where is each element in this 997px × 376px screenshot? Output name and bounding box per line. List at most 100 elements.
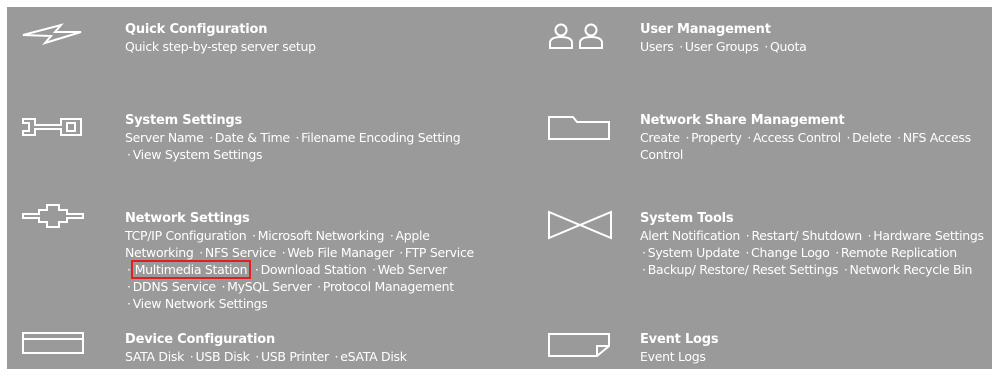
- link-separator: ·: [317, 279, 321, 294]
- quick-configuration-title[interactable]: Quick Configuration: [125, 22, 267, 38]
- bowtie-icon[interactable]: [547, 210, 613, 240]
- menu-link-usb-printer[interactable]: USB Printer: [261, 349, 329, 364]
- link-separator: ·: [209, 130, 213, 145]
- network-settings-links: TCP/IP Configuration · Microsoft Networki…: [125, 227, 475, 312]
- link-separator: ·: [372, 262, 376, 277]
- event-logs-links: Event Logs: [640, 348, 985, 365]
- user-management-links: Users · User Groups · Quota: [640, 38, 985, 55]
- menu-link-backup-restore-reset-settings[interactable]: Backup/ Restore/ Reset Settings: [648, 262, 839, 277]
- quick-configuration-links: Quick step-by-step server setup: [125, 38, 485, 55]
- link-separator: ·: [642, 262, 646, 277]
- menu-link-alert-notification[interactable]: Alert Notification: [640, 228, 740, 243]
- link-separator: ·: [642, 245, 646, 260]
- menu-link-hardware-settings[interactable]: Hardware Settings: [873, 228, 984, 243]
- menu-system-tools: System Tools Alert Notification · Restart…: [507, 200, 992, 310]
- menu-link-delete[interactable]: Delete: [852, 130, 892, 145]
- menu-link-download-station[interactable]: Download Station: [261, 262, 367, 277]
- menu-event-logs: Event Logs Event Logs: [507, 323, 992, 369]
- link-separator: ·: [745, 245, 750, 260]
- menu-link-create[interactable]: Create: [640, 130, 680, 145]
- menu-link-quick-step-by-step-server-setup[interactable]: Quick step-by-step server setup: [125, 39, 316, 54]
- menu-link-multimedia-station[interactable]: Multimedia Station: [130, 260, 252, 279]
- menu-link-view-system-settings[interactable]: View System Settings: [133, 147, 263, 162]
- link-separator: ·: [254, 262, 259, 277]
- menu-link-microsoft-networking[interactable]: Microsoft Networking: [258, 228, 385, 243]
- disk-icon[interactable]: [21, 331, 85, 355]
- link-separator: ·: [127, 279, 131, 294]
- link-separator: ·: [685, 130, 690, 145]
- folder-icon[interactable]: [547, 115, 611, 141]
- log-icon[interactable]: [547, 332, 613, 358]
- menu-link-esata-disk[interactable]: eSATA Disk: [340, 349, 407, 364]
- lightning-icon[interactable]: [21, 23, 83, 45]
- event-logs-title[interactable]: Event Logs: [640, 332, 719, 348]
- user-management-title[interactable]: User Management: [640, 22, 771, 38]
- menu-link-network-recycle-bin[interactable]: Network Recycle Bin: [850, 262, 973, 277]
- admin-menu-panel: Quick Configuration Quick step-by-step s…: [7, 7, 992, 369]
- menu-link-restart-shutdown[interactable]: Restart/ Shutdown: [751, 228, 862, 243]
- link-separator: ·: [835, 245, 839, 260]
- menu-link-system-update[interactable]: System Update: [648, 245, 740, 260]
- link-separator: ·: [334, 349, 339, 364]
- menu-link-quota[interactable]: Quota: [770, 39, 807, 54]
- menu-link-remote-replication[interactable]: Remote Replication: [841, 245, 957, 260]
- link-separator: ·: [127, 296, 131, 311]
- network-share-links: Create · Property · Access Control · Delete…: [640, 129, 985, 163]
- link-separator: ·: [389, 228, 394, 243]
- menu-link-usb-disk[interactable]: USB Disk: [195, 349, 249, 364]
- menu-link-user-groups[interactable]: User Groups: [685, 39, 759, 54]
- link-separator: ·: [295, 130, 300, 145]
- menu-link-server-name[interactable]: Server Name: [125, 130, 204, 145]
- network-icon[interactable]: [21, 202, 85, 230]
- link-separator: ·: [764, 39, 768, 54]
- menu-link-access-control[interactable]: Access Control: [753, 130, 841, 145]
- device-configuration-links: SATA Disk · USB Disk · USB Printer · eSATA …: [125, 348, 485, 365]
- menu-quick-configuration: Quick Configuration Quick step-by-step s…: [7, 7, 487, 87]
- link-separator: ·: [747, 130, 751, 145]
- system-settings-title[interactable]: System Settings: [125, 113, 242, 129]
- menu-link-nfs-service[interactable]: NFS Service: [205, 245, 276, 260]
- network-share-title[interactable]: Network Share Management: [640, 113, 845, 129]
- link-separator: ·: [745, 228, 750, 243]
- menu-link-protocol-management[interactable]: Protocol Management: [323, 279, 454, 294]
- menu-link-change-logo[interactable]: Change Logo: [751, 245, 830, 260]
- menu-link-web-file-manager[interactable]: Web File Manager: [287, 245, 393, 260]
- menu-network-share-management: Network Share Management Create · Propert…: [507, 97, 992, 177]
- menu-link-view-network-settings[interactable]: View Network Settings: [133, 296, 268, 311]
- menu-link-event-logs[interactable]: Event Logs: [640, 349, 706, 364]
- menu-system-settings: System Settings Server Name · Date & Time…: [7, 97, 487, 177]
- link-separator: ·: [252, 228, 256, 243]
- menu-link-web-server[interactable]: Web Server: [378, 262, 448, 277]
- link-separator: ·: [189, 349, 194, 364]
- link-separator: ·: [846, 130, 851, 145]
- link-separator: ·: [281, 245, 286, 260]
- link-separator: ·: [399, 245, 403, 260]
- link-separator: ·: [255, 349, 259, 364]
- menu-link-tcp-ip-configuration[interactable]: TCP/IP Configuration: [125, 228, 247, 243]
- system-tools-title[interactable]: System Tools: [640, 211, 734, 227]
- users-icon[interactable]: [547, 22, 609, 50]
- menu-device-configuration: Device Configuration SATA Disk · USB Disk…: [7, 323, 487, 369]
- link-separator: ·: [897, 130, 901, 145]
- system-tools-links: Alert Notification · Restart/ Shutdown · H…: [640, 227, 990, 278]
- menu-user-management: User Management Users · User Groups · Quot…: [507, 7, 992, 87]
- menu-link-property[interactable]: Property: [691, 130, 742, 145]
- wrench-icon[interactable]: [21, 116, 83, 138]
- menu-link-users[interactable]: Users: [640, 39, 674, 54]
- link-separator: ·: [199, 245, 203, 260]
- link-separator: ·: [127, 262, 131, 277]
- menu-link-date-time[interactable]: Date & Time: [215, 130, 290, 145]
- menu-link-ddns-service[interactable]: DDNS Service: [133, 279, 216, 294]
- link-separator: ·: [221, 279, 226, 294]
- menu-link-mysql-server[interactable]: MySQL Server: [227, 279, 312, 294]
- network-settings-title[interactable]: Network Settings: [125, 211, 250, 227]
- system-settings-links: Server Name · Date & Time · Filename Encod…: [125, 129, 490, 163]
- menu-link-ftp-service[interactable]: FTP Service: [405, 245, 474, 260]
- device-configuration-title[interactable]: Device Configuration: [125, 332, 275, 348]
- link-separator: ·: [843, 262, 848, 277]
- menu-link-filename-encoding-setting[interactable]: Filename Encoding Setting: [301, 130, 460, 145]
- menu-network-settings: Network Settings TCP/IP Configuration · M…: [7, 200, 487, 312]
- menu-link-sata-disk[interactable]: SATA Disk: [125, 349, 184, 364]
- link-separator: ·: [679, 39, 683, 54]
- link-separator: ·: [867, 228, 872, 243]
